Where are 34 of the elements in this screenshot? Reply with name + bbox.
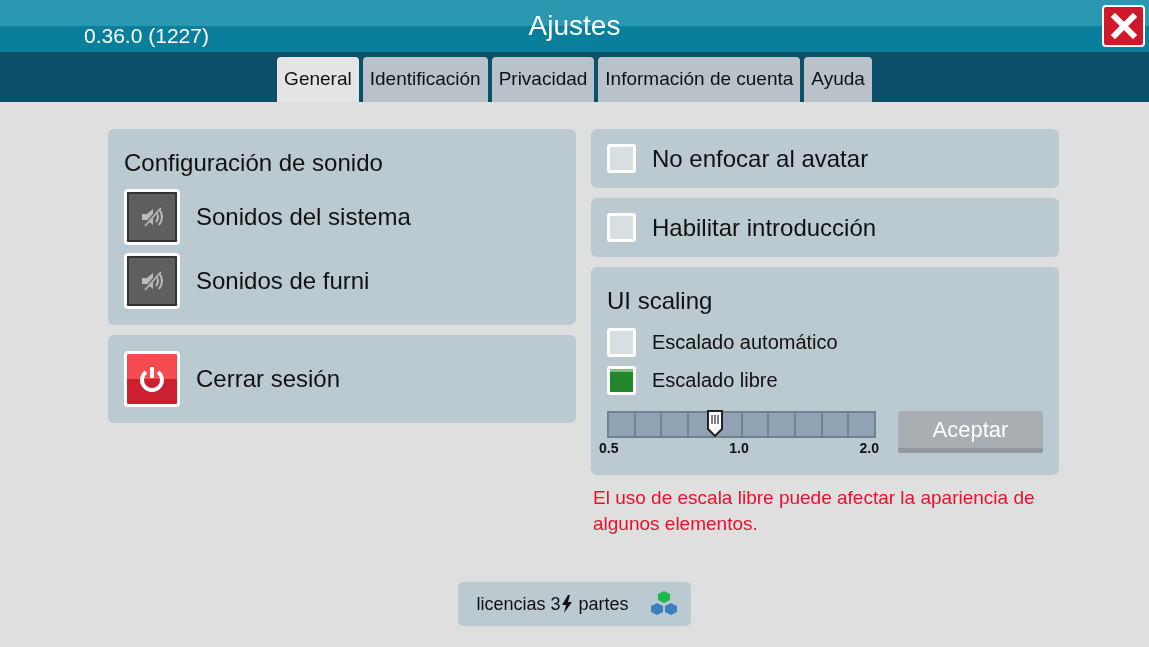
tick-label: 1.0 bbox=[729, 439, 749, 458]
window-title: Ajustes bbox=[528, 9, 621, 43]
power-icon bbox=[137, 364, 167, 394]
checkbox[interactable] bbox=[607, 144, 636, 173]
sound-label: Sonidos de furni bbox=[196, 266, 370, 296]
panel-title: UI scaling bbox=[607, 286, 714, 316]
logout-label: Cerrar sesión bbox=[196, 364, 341, 394]
sound-toggle-button[interactable] bbox=[124, 189, 180, 245]
sound-toggle-button[interactable] bbox=[124, 253, 180, 309]
tick-label: 0.5 bbox=[599, 439, 619, 458]
option-label: Escalado libre bbox=[652, 368, 778, 393]
option-label: Escalado automático bbox=[652, 330, 838, 355]
tab[interactable]: Privacidad bbox=[491, 57, 595, 102]
checkbox[interactable] bbox=[607, 213, 636, 242]
checkbox[interactable] bbox=[607, 365, 636, 395]
sound-label: Sonidos del sistema bbox=[196, 202, 411, 232]
logout-button[interactable] bbox=[124, 351, 180, 407]
tick-label: 2.0 bbox=[859, 439, 879, 458]
version-label: 0.36.0 (1227) bbox=[84, 23, 209, 49]
tab[interactable]: Información de cuenta bbox=[598, 57, 801, 102]
tab[interactable]: Identificación bbox=[362, 57, 488, 102]
panel-title: Configuración de sonido bbox=[124, 148, 384, 178]
lightning-icon bbox=[560, 595, 573, 614]
slider-track[interactable] bbox=[607, 411, 876, 438]
warning-text: El uso de escala libre puede afectar la apariencia de algunos elementos. bbox=[592, 486, 1036, 536]
slider-thumb[interactable] bbox=[704, 409, 725, 437]
close-icon bbox=[1110, 13, 1137, 39]
licenses-button[interactable]: licencias 3 partes bbox=[458, 582, 691, 627]
option-label: Habilitar introducción bbox=[652, 212, 877, 243]
tab[interactable]: General bbox=[277, 57, 359, 102]
tab[interactable]: Ayuda bbox=[804, 57, 872, 102]
close-button[interactable] bbox=[1102, 5, 1145, 47]
option-label: No enfocar al avatar bbox=[652, 143, 869, 174]
checkbox[interactable] bbox=[607, 327, 636, 357]
